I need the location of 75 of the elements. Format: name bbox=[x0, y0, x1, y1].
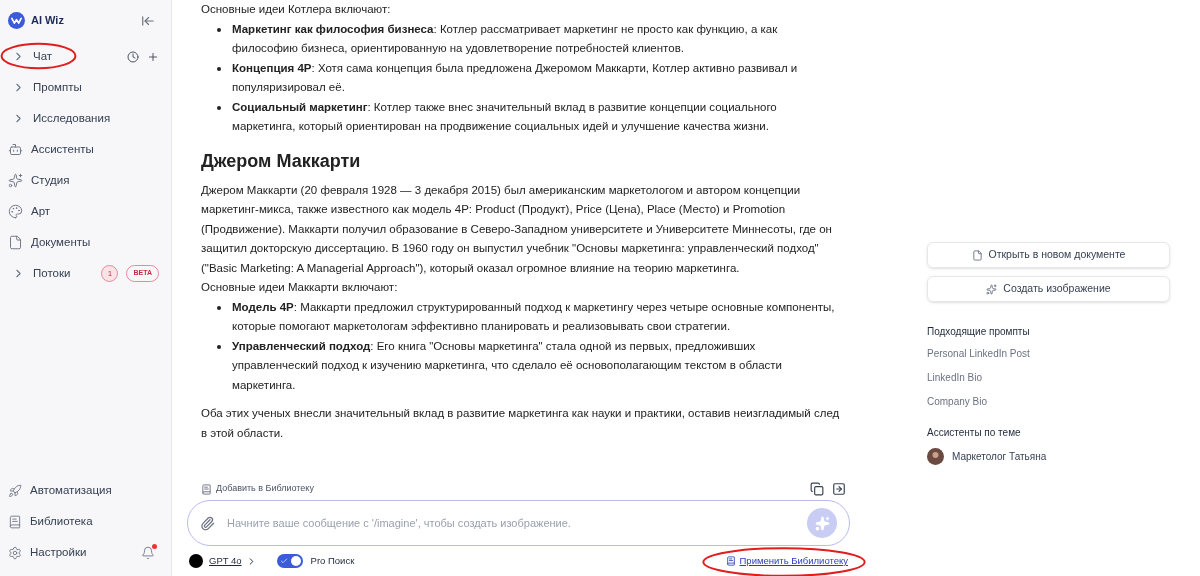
sidebar-label: Исследования bbox=[33, 110, 111, 126]
sparkles-icon bbox=[986, 283, 998, 295]
assistant-name: Маркетолог Татьяна bbox=[952, 450, 1047, 464]
prompt-link[interactable]: Personal LinkedIn Post bbox=[927, 347, 1170, 371]
avatar-icon bbox=[927, 448, 944, 465]
check-icon bbox=[279, 557, 288, 565]
palette-icon bbox=[8, 204, 23, 219]
export-icon[interactable] bbox=[832, 482, 846, 496]
section-title: Ассистенты по теме bbox=[927, 426, 1022, 440]
bullet-icon bbox=[217, 66, 221, 71]
sidebar-item[interactable]: Библиотека bbox=[0, 506, 171, 537]
action-button[interactable]: Открыть в новом документе bbox=[927, 242, 1170, 268]
brand-name: AI Wiz bbox=[31, 13, 64, 29]
paragraph: Основные идеи Котлера включают: bbox=[201, 2, 392, 17]
collapse-icon[interactable] bbox=[141, 13, 155, 28]
history-icon[interactable] bbox=[127, 50, 139, 63]
attach-icon[interactable] bbox=[200, 515, 215, 531]
sidebar-item[interactable]: Промпты bbox=[0, 72, 171, 103]
list-item: Социальный маркетинг: Котлер также внес значительный вклад в развитие концепции социального маркетинга, который ориентирован на продвижение социальных идей и улучшение качества жизни. bbox=[232, 99, 778, 134]
bullet-icon bbox=[217, 105, 221, 110]
robot-icon bbox=[8, 142, 23, 157]
section-heading: Джером Маккарти bbox=[201, 149, 362, 173]
toggle-label: Pro Поиск bbox=[310, 553, 355, 568]
book-icon bbox=[8, 514, 22, 529]
action-button[interactable]: Создать изображение bbox=[927, 276, 1170, 302]
document-icon bbox=[8, 235, 23, 250]
document-icon bbox=[971, 249, 983, 261]
sidebar-item[interactable]: Чат bbox=[0, 41, 171, 72]
pro-search-toggle[interactable] bbox=[276, 554, 303, 568]
sparkle-icon bbox=[814, 515, 830, 531]
list-item: Управленческий подход: Его книга "Основы маркетинга" стала одной из первых, предложивших управленческий подход к изучению маркетинга, что сделало её основополагающим текстом в области маркетинга. bbox=[232, 338, 783, 393]
prompt-link[interactable]: Company Bio bbox=[927, 395, 1170, 419]
sidebar-label: Ассистенты bbox=[31, 141, 94, 157]
prompt-link[interactable]: LinkedIn Bio bbox=[927, 371, 1170, 395]
book-icon bbox=[201, 483, 212, 495]
notification-bell-icon[interactable] bbox=[141, 545, 155, 560]
sidebar-item[interactable]: Исследования bbox=[0, 103, 171, 134]
sidebar-label: Потоки bbox=[33, 265, 71, 281]
sidebar-label: Библиотека bbox=[30, 513, 93, 529]
list-item: Модель 4P: Маккарти предложил структурированный подход к маркетингу через четыре основные компоненты, которые помогают маркетологам эффективно планировать и реализовывать свои стратегии. bbox=[232, 299, 836, 334]
list-item: Концепция 4P: Хотя сама концепция была предложена Джеромом Маккарти, Котлер активно развивал и популяризировал её. bbox=[232, 60, 799, 95]
sidebar-label: Автоматизация bbox=[30, 482, 112, 498]
paragraph: Основные идеи Маккарти включают: bbox=[201, 280, 399, 295]
sparkles-icon bbox=[8, 173, 23, 188]
sidebar-item[interactable]: Ассистенты bbox=[0, 134, 171, 165]
assistant-item[interactable]: Маркетолог Татьяна bbox=[927, 448, 1170, 465]
paragraph: Оба этих ученых внесли значительный вклад в развитие маркетинга как науки и практики, оставив неизгладимый след в этой области. bbox=[201, 406, 840, 441]
rocket-icon bbox=[8, 483, 22, 498]
sidebar-item[interactable]: Документы bbox=[0, 227, 171, 258]
book-icon bbox=[725, 556, 736, 566]
sidebar-label: Промпты bbox=[33, 79, 82, 95]
plus-icon[interactable] bbox=[147, 50, 159, 63]
add-to-library-button[interactable]: Добавить в Библиотеку bbox=[201, 482, 314, 496]
settings-icon bbox=[8, 545, 22, 560]
bullet-icon bbox=[217, 344, 221, 349]
bullet-icon bbox=[217, 27, 221, 32]
sidebar-label: Документы bbox=[31, 234, 91, 250]
sidebar-item[interactable]: Настройки bbox=[0, 537, 171, 568]
copy-icon[interactable] bbox=[810, 482, 824, 496]
sidebar-item[interactable]: Студия bbox=[0, 165, 171, 196]
section-title: Подходящие промпты bbox=[927, 325, 1031, 339]
sidebar-item[interactable]: Арт bbox=[0, 196, 171, 227]
sidebar-label: Студия bbox=[31, 172, 70, 188]
sidebar-label: Арт bbox=[31, 203, 51, 219]
message-input[interactable]: Начните ваше сообщение с '/imagine', чтобы создать изображение. bbox=[227, 514, 795, 532]
list-item: Маркетинг как философия бизнеса: Котлер рассматривает маркетинг не просто как функцию, а как философию бизнеса, ориентированную на удовлетворение потребностей клиентов. bbox=[232, 21, 779, 56]
logo-icon bbox=[8, 12, 25, 29]
bullet-icon bbox=[217, 305, 221, 310]
count-badge: 1 bbox=[101, 265, 119, 282]
sidebar-label: Настройки bbox=[30, 544, 87, 560]
model-selector[interactable]: GPT 4o bbox=[209, 553, 257, 569]
sidebar-label: Чат bbox=[33, 48, 53, 64]
sidebar-item[interactable]: Автоматизация bbox=[0, 475, 171, 506]
model-logo-icon bbox=[189, 554, 203, 568]
paragraph: Джером Маккарти (20 февраля 1928 — 3 декабря 2015) был американским маркетологом и автором концепции маркетинг-микса, также известного как модель 4P: Product (Продукт), Price (Цена), Place (Место) и Promotion (Продвижение). Маккарти получил образование в Северо-Западном университете и Университете Миннесоты, где он защитил докторскую диссертацию. В 1960 году он выпустил учебник "Основы маркетинга: управленческий подход" ("Basic Marketing: A Managerial Approach"), который оказал огромное влияние на теорию маркетинга. bbox=[201, 182, 833, 276]
